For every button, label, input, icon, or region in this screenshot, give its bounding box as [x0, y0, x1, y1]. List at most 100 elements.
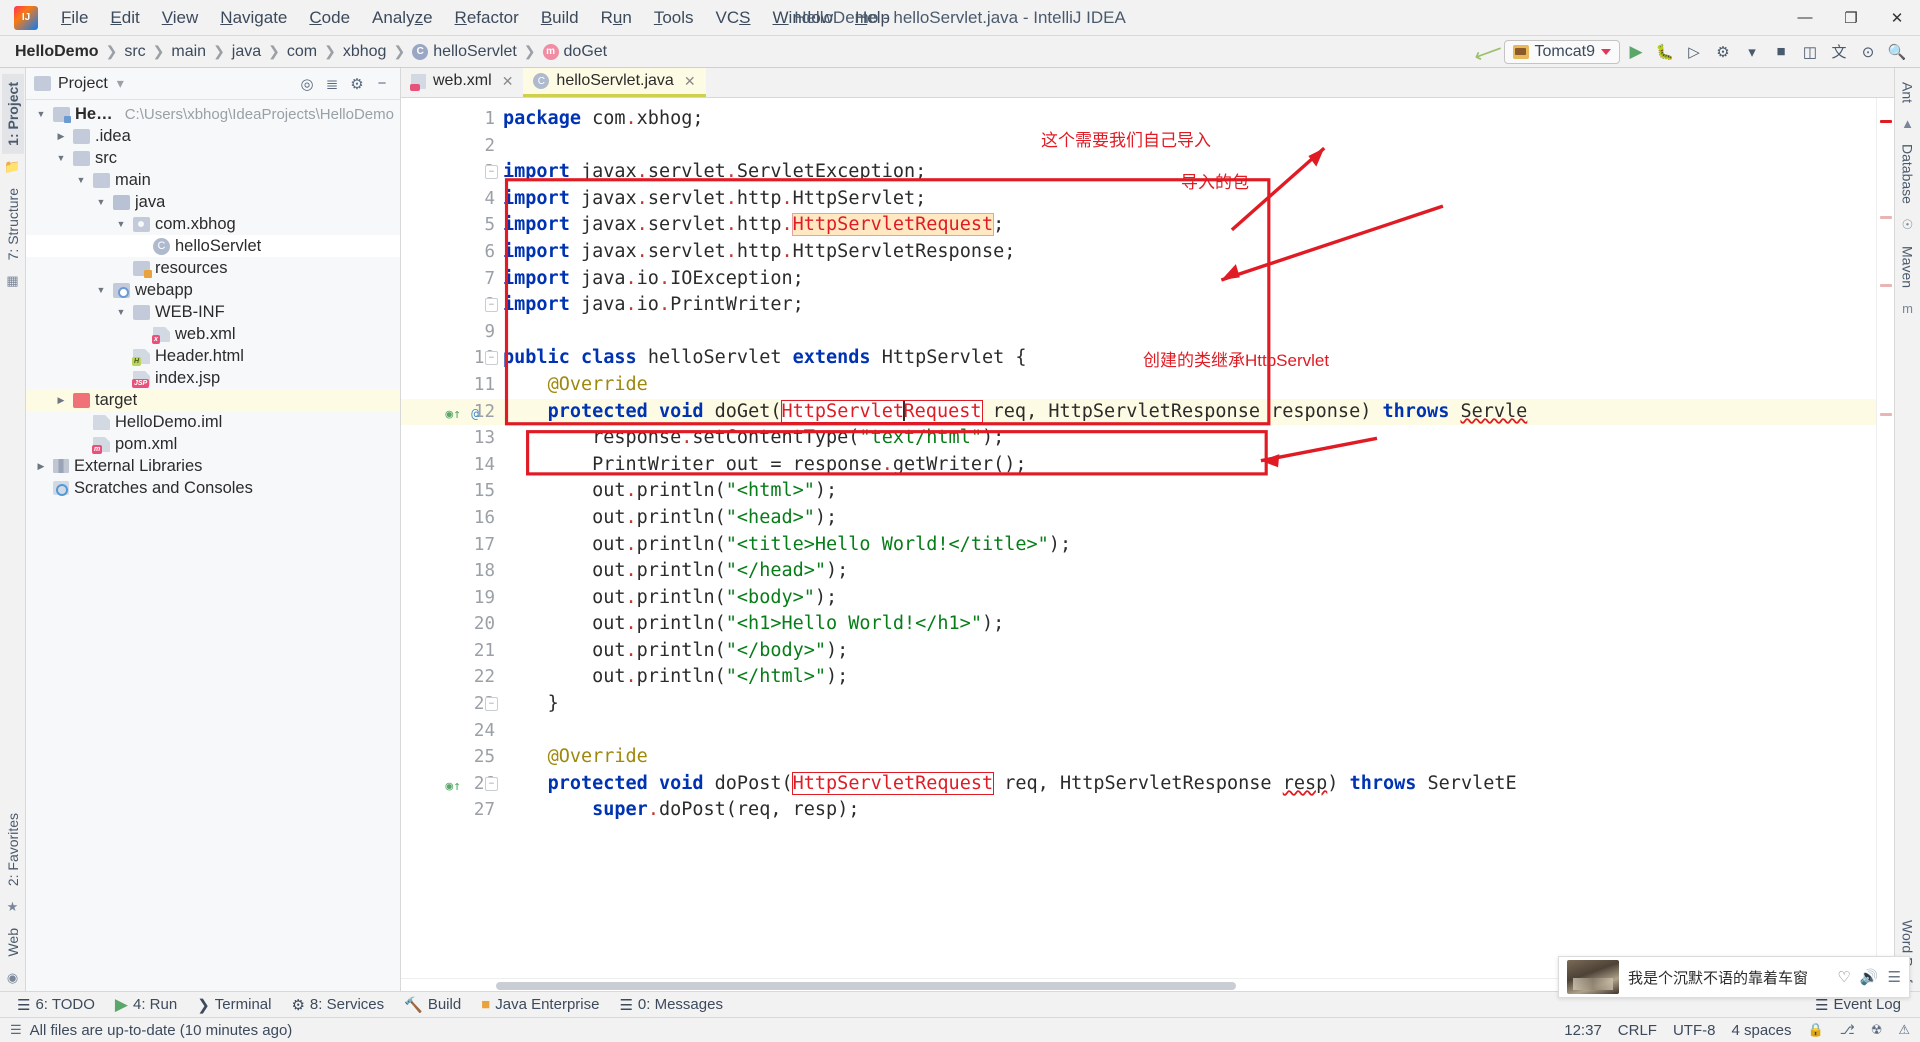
- tool-button-build[interactable]: 🔨 Build: [395, 994, 470, 1016]
- menu-view[interactable]: View: [151, 4, 210, 32]
- breadcrumb-item-xbhog[interactable]: xbhog: [338, 41, 392, 63]
- menu-navigate[interactable]: Navigate: [209, 4, 298, 32]
- search-icon[interactable]: 🔍: [1884, 40, 1910, 64]
- folder-icon[interactable]: 📁: [4, 159, 20, 175]
- status-hamburger-icon[interactable]: ☰: [10, 1022, 22, 1038]
- chevron-right-icon[interactable]: [54, 131, 68, 142]
- profile-icon[interactable]: ⚙: [1710, 40, 1736, 64]
- override-gutter-icon[interactable]: @: [471, 402, 479, 429]
- heart-icon[interactable]: ♡: [1837, 968, 1850, 986]
- fold-icon[interactable]: −: [485, 776, 498, 791]
- code-line[interactable]: response.setContentType("text/html");: [501, 425, 1876, 452]
- code-line[interactable]: import java.io.PrintWriter;: [501, 292, 1876, 319]
- chevron-down-icon[interactable]: [114, 219, 128, 229]
- breadcrumb-item-helloservlet[interactable]: C helloServlet: [407, 41, 522, 63]
- code-line[interactable]: public class helloServlet extends HttpSe…: [501, 345, 1876, 372]
- star-icon[interactable]: ★: [7, 899, 19, 915]
- structure-icon[interactable]: ▦: [6, 273, 18, 289]
- code-line[interactable]: protected void doPost(HttpServletRequest…: [501, 771, 1876, 798]
- code-line[interactable]: import javax.servlet.http.HttpServletReq…: [501, 212, 1876, 239]
- chevron-down-icon[interactable]: [94, 285, 108, 295]
- sidebar-item-ant[interactable]: Ant: [1897, 74, 1919, 111]
- playlist-icon[interactable]: ☰: [1888, 968, 1901, 986]
- hide-icon[interactable]: −: [372, 74, 392, 94]
- locate-icon[interactable]: ◎: [297, 74, 317, 94]
- tool-button-todo[interactable]: ☰ 6: TODO: [8, 994, 104, 1016]
- code-line[interactable]: out.println("<head>");: [501, 505, 1876, 532]
- tool-button-services[interactable]: ⚙ 8: Services: [282, 994, 393, 1016]
- line-number[interactable]: 24: [401, 718, 501, 745]
- tool-button-run[interactable]: ▶ 4: Run: [106, 993, 186, 1017]
- stop-icon[interactable]: ■: [1768, 40, 1794, 64]
- close-icon[interactable]: ✕: [502, 73, 514, 90]
- code-content[interactable]: package com.xbhog; import javax.servlet.…: [501, 98, 1876, 978]
- breadcrumb-item-java[interactable]: java: [227, 41, 266, 63]
- volume-icon[interactable]: 🔊: [1860, 968, 1879, 986]
- breadcrumb-item-com[interactable]: com: [282, 41, 322, 63]
- code-line[interactable]: PrintWriter out = response.getWriter();: [501, 452, 1876, 479]
- menu-file[interactable]: File: [50, 4, 99, 32]
- run-with-coverage-icon[interactable]: ▷: [1681, 40, 1707, 64]
- breadcrumb-item-doget[interactable]: m doGet: [538, 41, 613, 63]
- run-gutter-icon[interactable]: ◉↑: [445, 402, 461, 429]
- chevron-down-icon[interactable]: [94, 197, 108, 207]
- inspection-icon[interactable]: ☢: [1871, 1022, 1883, 1038]
- code-line[interactable]: out.println("</html>");: [501, 664, 1876, 691]
- code-line[interactable]: @Override: [501, 372, 1876, 399]
- tree-node-pom-xml[interactable]: m pom.xml: [26, 433, 400, 455]
- code-line[interactable]: import java.io.IOException;: [501, 266, 1876, 293]
- code-line[interactable]: out.println("<title>Hello World!</title>…: [501, 532, 1876, 559]
- sidebar-item-structure[interactable]: 7: Structure: [2, 180, 24, 268]
- menu-help[interactable]: Help: [844, 4, 901, 32]
- line-number[interactable]: 22: [401, 664, 501, 691]
- line-number[interactable]: 7: [401, 266, 501, 293]
- code-line[interactable]: super.doPost(req, resp);: [501, 797, 1876, 824]
- line-number[interactable]: 8−: [401, 292, 501, 319]
- scrollbar-thumb[interactable]: [496, 982, 1236, 990]
- layout-icon[interactable]: ◫: [1797, 40, 1823, 64]
- tree-node-index-jsp[interactable]: JSP index.jsp: [26, 367, 400, 389]
- menu-refactor[interactable]: Refactor: [444, 4, 530, 32]
- debug-icon[interactable]: 🐛: [1652, 40, 1678, 64]
- line-number[interactable]: 21: [401, 638, 501, 665]
- minimize-button[interactable]: —: [1782, 0, 1828, 36]
- line-number[interactable]: 6: [401, 239, 501, 266]
- chevron-down-icon[interactable]: [34, 109, 48, 119]
- web-icon[interactable]: ◉: [7, 970, 18, 986]
- run-icon[interactable]: ▶: [1623, 40, 1649, 64]
- tree-node-scratches-and-consoles[interactable]: Scratches and Consoles: [26, 477, 400, 499]
- breadcrumb-item-hellodemo[interactable]: HelloDemo: [10, 41, 104, 63]
- database-icon[interactable]: ☉: [1902, 217, 1914, 233]
- sidebar-item-favorites[interactable]: 2: Favorites: [2, 805, 24, 894]
- chevron-right-icon[interactable]: [54, 395, 68, 406]
- line-number[interactable]: 13: [401, 425, 501, 452]
- sidebar-item-project[interactable]: 1: Project: [1, 74, 24, 154]
- line-number[interactable]: 19: [401, 585, 501, 612]
- tab-web-xml[interactable]: web.xml ✕: [401, 68, 523, 97]
- line-number[interactable]: 26◉↑−: [401, 771, 501, 798]
- chevron-down-icon[interactable]: ▾: [1739, 40, 1765, 64]
- menu-analyze[interactable]: Analyze: [361, 4, 444, 32]
- status-line-separator[interactable]: CRLF: [1618, 1022, 1657, 1039]
- line-number[interactable]: 17: [401, 532, 501, 559]
- line-number[interactable]: 12 ◉↑ @: [401, 398, 501, 429]
- line-number[interactable]: 4: [401, 186, 501, 213]
- code-line[interactable]: package com.xbhog;: [501, 106, 1876, 133]
- status-indent[interactable]: 4 spaces: [1731, 1022, 1791, 1039]
- menu-build[interactable]: Build: [530, 4, 590, 32]
- collapse-all-icon[interactable]: ≣: [322, 74, 342, 94]
- fold-icon[interactable]: −: [485, 298, 498, 313]
- menu-run[interactable]: Run: [590, 4, 643, 32]
- menu-window[interactable]: Window: [762, 4, 844, 32]
- code-editor[interactable]: 123−45678−910−1112◉↑@1314151617181920212…: [401, 98, 1894, 978]
- code-line[interactable]: [501, 133, 1876, 160]
- code-line[interactable]: out.println("</head>");: [501, 558, 1876, 585]
- tree-node-header-html[interactable]: H Header.html: [26, 345, 400, 367]
- tree-node--idea[interactable]: .idea: [26, 125, 400, 147]
- line-number-gutter[interactable]: 123−45678−910−1112◉↑@1314151617181920212…: [401, 98, 501, 978]
- branch-icon[interactable]: ⎇: [1840, 1022, 1855, 1038]
- line-number[interactable]: 5: [401, 212, 501, 239]
- line-number[interactable]: 9: [401, 319, 501, 346]
- chevron-down-icon[interactable]: ▾: [115, 75, 126, 92]
- breadcrumb-item-src[interactable]: src: [119, 41, 150, 63]
